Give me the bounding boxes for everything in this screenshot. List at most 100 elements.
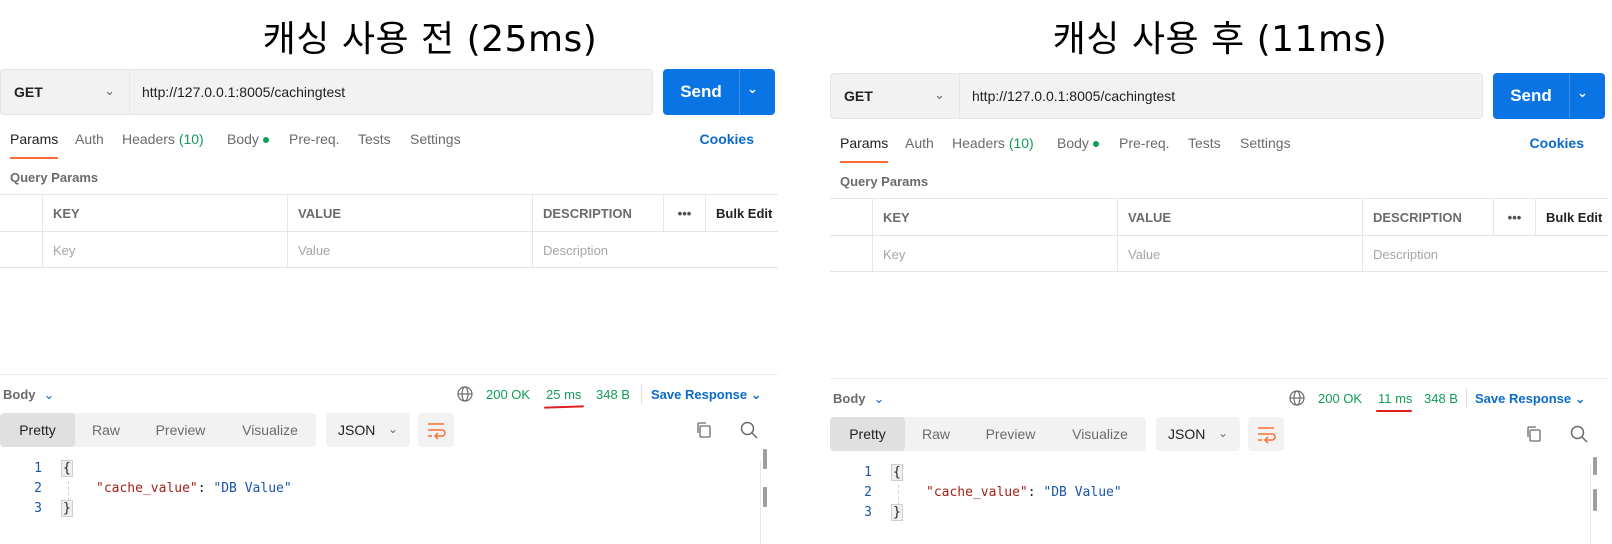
response-size[interactable]: 348 B	[596, 387, 630, 402]
tab-body-label: Body	[227, 131, 259, 147]
line-number: 2	[864, 485, 872, 500]
tab-params[interactable]: Params	[10, 131, 59, 159]
line-number: 1	[864, 465, 872, 480]
json-brace: }	[61, 500, 73, 517]
view-visualize-button[interactable]: Visualize	[224, 413, 316, 447]
tab-prereq[interactable]: Pre-req.	[289, 131, 340, 147]
view-preview-button[interactable]: Preview	[967, 417, 1054, 451]
send-label: Send	[1510, 86, 1552, 105]
column-header-value: VALUE	[287, 195, 532, 231]
body-indicator-dot	[262, 137, 269, 144]
wrap-lines-button[interactable]	[1248, 417, 1284, 451]
send-button[interactable]: Send ⌄	[1493, 73, 1605, 119]
value-input[interactable]: Value	[287, 232, 532, 268]
save-response-button[interactable]: Save Response ⌄	[651, 387, 762, 403]
response-size[interactable]: 348 B	[1424, 391, 1458, 406]
value-input[interactable]: Value	[1117, 236, 1362, 272]
response-status-bar: Body ⌄ 200 OK 11 ms 348 B Save Response ⌄	[830, 378, 1608, 412]
wrap-lines-button[interactable]	[418, 413, 454, 447]
bulk-edit-button[interactable]: Bulk Edit	[1535, 199, 1608, 235]
view-visualize-button[interactable]: Visualize	[1054, 417, 1146, 451]
tab-settings[interactable]: Settings	[1240, 135, 1291, 151]
chevron-down-icon[interactable]: ⌄	[1577, 85, 1588, 101]
view-raw-button[interactable]: Raw	[75, 413, 137, 447]
response-section-select[interactable]: Body ⌄	[3, 387, 54, 403]
response-view-bar: Pretty Raw Preview Visualize JSON ⌄	[0, 413, 778, 447]
status-code[interactable]: 200 OK	[1318, 391, 1362, 406]
send-button[interactable]: Send ⌄	[663, 69, 775, 115]
send-divider	[1569, 73, 1570, 119]
key-input[interactable]: Key	[872, 236, 1117, 272]
status-code[interactable]: 200 OK	[486, 387, 530, 402]
chevron-down-icon[interactable]: ⌄	[747, 81, 758, 97]
chevron-down-icon: ⌄	[750, 387, 762, 402]
panel-caption: 캐싱 사용 후 (11ms)	[1052, 19, 1388, 60]
response-body-editor[interactable]: 1 { 2 "cache_value": "DB Value" 3 }	[830, 457, 1608, 544]
view-mode-segment: Pretty Raw Preview Visualize	[0, 413, 316, 447]
more-options-icon[interactable]: •••	[663, 195, 705, 231]
tab-body[interactable]: Body	[1057, 135, 1099, 151]
response-time[interactable]: 11 ms	[1378, 391, 1412, 406]
tab-settings[interactable]: Settings	[410, 131, 461, 147]
format-select[interactable]: JSON ⌄	[326, 413, 410, 447]
line-number: 3	[34, 501, 42, 516]
copy-icon[interactable]	[693, 419, 715, 441]
request-bar: GET ⌄ http://127.0.0.1:8005/cachingtest …	[830, 73, 1608, 119]
cookies-link[interactable]: Cookies	[1530, 135, 1584, 151]
tab-auth[interactable]: Auth	[905, 135, 934, 151]
url-input[interactable]: http://127.0.0.1:8005/cachingtest	[130, 69, 653, 115]
description-input[interactable]: Description	[1362, 236, 1608, 272]
tab-headers[interactable]: Headers (10)	[122, 131, 204, 147]
method-select[interactable]: GET ⌄	[0, 69, 130, 115]
response-section-label: Body	[833, 391, 866, 406]
tab-headers[interactable]: Headers (10)	[952, 135, 1034, 151]
query-params-title: Query Params	[10, 170, 99, 185]
code-line: 1 {	[0, 460, 760, 481]
divider	[1466, 388, 1467, 408]
view-pretty-button[interactable]: Pretty	[830, 417, 905, 451]
method-select[interactable]: GET ⌄	[830, 73, 960, 119]
scrollbar-thumb[interactable]	[1593, 489, 1597, 511]
bulk-edit-button[interactable]: Bulk Edit	[705, 195, 778, 231]
save-response-button[interactable]: Save Response ⌄	[1475, 391, 1586, 407]
tab-prereq[interactable]: Pre-req.	[1119, 135, 1170, 151]
scrollbar-thumb[interactable]	[763, 487, 767, 507]
query-params-title: Query Params	[840, 174, 929, 189]
response-body-editor[interactable]: 1 { 2 "cache_value": "DB Value" 3 }	[0, 449, 778, 544]
tab-auth[interactable]: Auth	[75, 131, 104, 147]
globe-icon[interactable]	[1289, 390, 1305, 406]
json-brace: {	[891, 464, 903, 481]
tab-body[interactable]: Body	[227, 131, 269, 147]
column-header-description: DESCRIPTION	[1362, 199, 1493, 235]
format-select[interactable]: JSON ⌄	[1156, 417, 1240, 451]
description-input[interactable]: Description	[532, 232, 778, 268]
table-row: Key Value Description	[830, 236, 1608, 273]
view-pretty-button[interactable]: Pretty	[0, 413, 75, 447]
line-number: 3	[864, 505, 872, 520]
search-icon[interactable]	[738, 419, 760, 441]
tab-params[interactable]: Params	[840, 135, 889, 163]
globe-icon[interactable]	[457, 386, 473, 402]
tab-tests[interactable]: Tests	[1188, 135, 1221, 151]
cookies-link[interactable]: Cookies	[700, 131, 754, 147]
scrollbar-thumb[interactable]	[1593, 457, 1597, 475]
comparison-panel-after: 캐싱 사용 후 (11ms) GET ⌄ http://127.0.0.1:80…	[830, 4, 1608, 544]
chevron-down-icon: ⌄	[934, 87, 945, 102]
tab-tests[interactable]: Tests	[358, 131, 391, 147]
response-section-label: Body	[3, 387, 36, 402]
search-icon[interactable]	[1568, 423, 1590, 445]
url-input[interactable]: http://127.0.0.1:8005/cachingtest	[960, 73, 1483, 119]
response-section-select[interactable]: Body ⌄	[833, 391, 884, 407]
response-time[interactable]: 25 ms	[546, 387, 581, 402]
chevron-down-icon: ⌄	[43, 387, 55, 402]
wrap-lines-icon	[428, 423, 446, 440]
copy-icon[interactable]	[1523, 423, 1545, 445]
key-input[interactable]: Key	[42, 232, 287, 268]
json-value: "DB Value"	[213, 481, 292, 496]
annotation-underline	[1376, 410, 1412, 412]
view-preview-button[interactable]: Preview	[137, 413, 224, 447]
more-options-icon[interactable]: •••	[1493, 199, 1535, 235]
scrollbar-thumb[interactable]	[763, 449, 767, 469]
request-bar: GET ⌄ http://127.0.0.1:8005/cachingtest …	[0, 69, 778, 115]
view-raw-button[interactable]: Raw	[905, 417, 967, 451]
